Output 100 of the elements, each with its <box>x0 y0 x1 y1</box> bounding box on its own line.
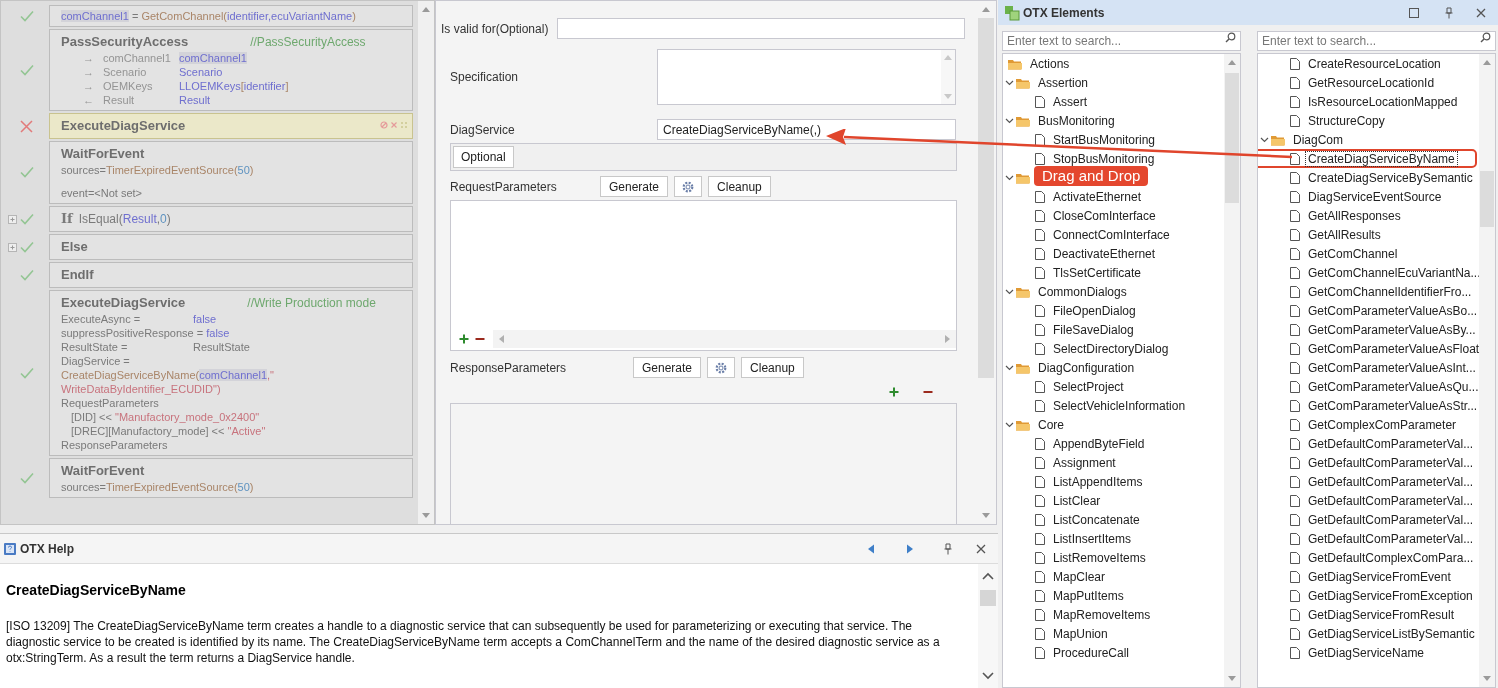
tree-item[interactable]: FileSaveDialog <box>1003 320 1224 339</box>
tree-item[interactable]: GetAllResponses <box>1258 206 1479 225</box>
scrollbar-thumb[interactable] <box>1225 73 1239 203</box>
tree-item[interactable]: GetDiagServiceFromException <box>1258 586 1479 605</box>
scroll-up-icon[interactable] <box>982 572 994 580</box>
tree-folder[interactable]: BusMonitoring <box>1003 111 1224 130</box>
tree-item[interactable]: SelectProject <box>1003 377 1224 396</box>
tree-item[interactable]: GetComParameterValueAsFloat <box>1258 339 1479 358</box>
tree-item[interactable]: GetDefaultComplexComPara... <box>1258 548 1479 567</box>
scrollbar-thumb[interactable] <box>978 18 994 378</box>
step-card[interactable]: EndIf <box>49 262 413 288</box>
chevron-icon[interactable] <box>1005 363 1014 372</box>
forward-icon[interactable] <box>906 543 914 554</box>
chevron-icon[interactable] <box>1005 287 1014 296</box>
chevron-icon[interactable] <box>1005 78 1014 87</box>
tree-item[interactable]: GetComChannel <box>1258 244 1479 263</box>
tree-item[interactable]: GetComParameterValueAsBy... <box>1258 320 1479 339</box>
expand-icon[interactable] <box>8 214 17 224</box>
tree-item[interactable]: TlsSetCertificate <box>1003 263 1224 282</box>
step-card[interactable]: If IsEqual(Result,0) <box>49 206 413 232</box>
chevron-icon[interactable] <box>1260 135 1269 144</box>
settings-button[interactable] <box>674 176 703 197</box>
back-icon[interactable] <box>867 543 875 554</box>
step-card[interactable]: PassSecurityAccess //PassSecurityAccess → comChannel1 comChannel1 → Scenario Scenario → OEMKeys LLOEMKeys[identifier] ← Result Result <box>49 29 413 111</box>
tree-item[interactable]: GetDefaultComParameterVal... <box>1258 510 1479 529</box>
tree-item[interactable]: GetDefaultComParameterVal... <box>1258 529 1479 548</box>
tree-item[interactable]: GetComplexComParameter <box>1258 415 1479 434</box>
drag-handle-icon[interactable] <box>400 121 408 129</box>
tree-item[interactable]: Assignment <box>1003 453 1224 472</box>
tree-item[interactable]: GetComParameterValueAsBo... <box>1258 301 1479 320</box>
tree-item[interactable]: GetResourceLocationId <box>1258 73 1479 92</box>
tree-item[interactable]: AppendByteField <box>1003 434 1224 453</box>
step-card[interactable]: Else <box>49 234 413 260</box>
search-field[interactable]: Enter text to search... <box>1002 31 1241 51</box>
tree-item[interactable]: GetComChannelIdentifierFro... <box>1258 282 1479 301</box>
tree-item[interactable]: GetDefaultComParameterVal... <box>1258 434 1479 453</box>
input-field[interactable]: CreateDiagServiceByName(,) <box>657 119 956 140</box>
tree-item[interactable]: MapPutItems <box>1003 586 1224 605</box>
tree-item[interactable]: GetComParameterValueAsStr... <box>1258 396 1479 415</box>
tree-item[interactable]: ProcedureCall <box>1003 643 1224 662</box>
tree-item[interactable]: CreateDiagServiceByName <box>1258 149 1477 168</box>
horizontal-scrollbar[interactable] <box>493 330 956 348</box>
step-card[interactable]: comChannel1 = GetComChannel(identifier,ecuVariantName) <box>49 5 413 27</box>
tree-item[interactable]: StartBusMonitoring <box>1003 130 1224 149</box>
tree-item[interactable]: GetDiagServiceFromEvent <box>1258 567 1479 586</box>
chevron-icon[interactable] <box>1005 116 1014 125</box>
tree-item[interactable]: StructureCopy <box>1258 111 1479 130</box>
tree-item[interactable]: MapRemoveItems <box>1003 605 1224 624</box>
cleanup-button[interactable]: Cleanup <box>741 357 804 378</box>
tree-item[interactable]: Assert <box>1003 92 1224 111</box>
tree-folder[interactable]: DiagCom <box>1258 130 1479 149</box>
tree-folder[interactable]: Assertion <box>1003 73 1224 92</box>
add-icon[interactable] <box>889 387 899 397</box>
tree-item[interactable]: GetDiagServiceListBySemantic <box>1258 624 1479 643</box>
optional-button[interactable]: Optional <box>453 146 514 168</box>
scrollbar-thumb[interactable] <box>1480 171 1494 227</box>
settings-button[interactable] <box>707 357 736 378</box>
generate-button[interactable]: Generate <box>633 357 702 378</box>
tree-item[interactable]: CreateDiagServiceBySemantic <box>1258 168 1479 187</box>
tree-folder[interactable]: DiagConfiguration <box>1003 358 1224 377</box>
tree-item[interactable]: GetDefaultComParameterVal... <box>1258 472 1479 491</box>
chevron-icon[interactable] <box>1005 420 1014 429</box>
tree-item[interactable]: ListClear <box>1003 491 1224 510</box>
tree-item[interactable]: GetAllResults <box>1258 225 1479 244</box>
tree-item[interactable]: MapClear <box>1003 567 1224 586</box>
tree-item[interactable]: IsResourceLocationMapped <box>1258 92 1479 111</box>
tree-item[interactable]: ListConcatenate <box>1003 510 1224 529</box>
tree-item[interactable]: ConnectComInterface <box>1003 225 1224 244</box>
step-card[interactable]: ExecuteDiagService <box>49 113 413 139</box>
tree-folder[interactable]: Actions <box>1003 54 1224 73</box>
tree-item[interactable]: GetComParameterValueAsQu... <box>1258 377 1479 396</box>
tree-item[interactable]: MapUnion <box>1003 624 1224 643</box>
chevron-icon[interactable] <box>1005 173 1014 182</box>
close-icon[interactable] <box>976 543 986 554</box>
tree-item[interactable]: FileOpenDialog <box>1003 301 1224 320</box>
tree-item[interactable]: ListAppendItems <box>1003 472 1224 491</box>
tree-item[interactable]: ListRemoveItems <box>1003 548 1224 567</box>
step-card[interactable]: WaitForEvent sources=TimerExpiredEventSource(50) event=<Not set> <box>49 141 413 204</box>
tree-item[interactable]: GetComParameterValueAsInt... <box>1258 358 1479 377</box>
close-icon[interactable] <box>1476 7 1486 18</box>
pin-icon[interactable] <box>943 542 953 555</box>
generate-button[interactable]: Generate <box>600 176 669 197</box>
tree-item[interactable]: StopBusMonitoring <box>1003 149 1224 168</box>
tree-item[interactable]: GetDefaultComParameterVal... <box>1258 491 1479 510</box>
pin-icon[interactable] <box>1444 6 1454 19</box>
scrollbar-thumb[interactable] <box>980 590 996 606</box>
tree-folder[interactable]: CommonDialogs <box>1003 282 1224 301</box>
tree-item[interactable]: SelectDirectoryDialog <box>1003 339 1224 358</box>
tree-item[interactable]: GetDiagServiceFromResult <box>1258 605 1479 624</box>
tree-item[interactable]: GetDiagServiceName <box>1258 643 1479 662</box>
search-field[interactable]: Enter text to search... <box>1257 31 1496 51</box>
cleanup-button[interactable]: Cleanup <box>708 176 771 197</box>
tree-item[interactable]: GetComChannelEcuVariantNa... <box>1258 263 1479 282</box>
add-icon[interactable] <box>459 334 469 344</box>
tree-item[interactable]: CloseComInterface <box>1003 206 1224 225</box>
scroll-down-icon[interactable] <box>982 672 994 680</box>
step-card[interactable]: WaitForEvent sources=TimerExpiredEventSource(50) <box>49 458 413 498</box>
tree-item[interactable]: SelectVehicleInformation <box>1003 396 1224 415</box>
tree-item[interactable]: DiagServiceEventSource <box>1258 187 1479 206</box>
tree-folder[interactable]: Core <box>1003 415 1224 434</box>
